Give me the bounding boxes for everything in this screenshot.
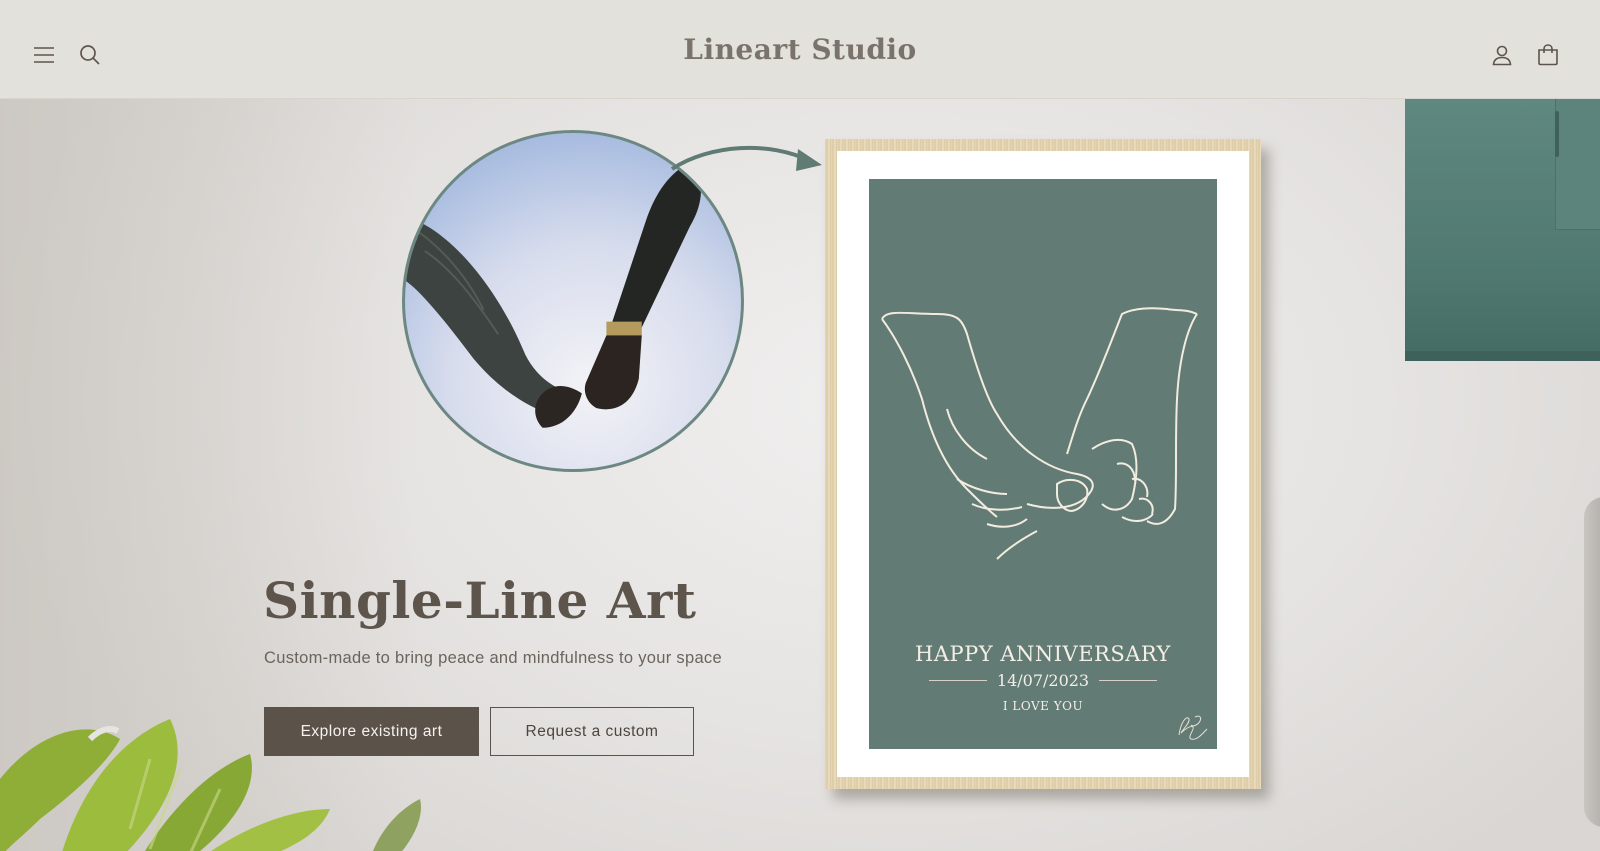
- request-custom-button[interactable]: Request a custom: [490, 707, 694, 756]
- poster-divider-right: [1099, 680, 1157, 681]
- hero-banner: HAPPY ANNIVERSARY 14/07/2023 I LOVE YOU …: [0, 99, 1600, 851]
- kitchen-cabinet-image: [1405, 99, 1600, 351]
- cabinet-shadow: [1405, 351, 1600, 361]
- cabinet-handle-image: [1555, 111, 1559, 157]
- brand-name[interactable]: Lineart Studio: [683, 33, 916, 66]
- hero-subtitle: Custom-made to bring peace and mindfulne…: [264, 649, 722, 667]
- cart-icon: [1538, 44, 1558, 66]
- menu-icon: [34, 47, 54, 63]
- explore-existing-art-button[interactable]: Explore existing art: [264, 707, 479, 756]
- menu-button[interactable]: [26, 37, 62, 73]
- poster-message: I LOVE YOU: [1002, 699, 1084, 713]
- arrow-icon: [670, 145, 822, 171]
- poster-divider-left: [929, 680, 987, 681]
- search-icon: [80, 45, 100, 65]
- cart-button[interactable]: [1530, 37, 1566, 73]
- poster-mat: HAPPY ANNIVERSARY 14/07/2023 I LOVE YOU: [837, 151, 1249, 777]
- search-button[interactable]: [72, 37, 108, 73]
- line-art-hands: [881, 307, 1198, 560]
- site-header: Lineart Studio: [0, 0, 1600, 99]
- account-icon: [1492, 45, 1512, 66]
- poster-title: HAPPY ANNIVERSARY: [915, 642, 1171, 666]
- poster-date: 14/07/2023: [996, 671, 1090, 690]
- poster-artwork: HAPPY ANNIVERSARY 14/07/2023 I LOVE YOU: [869, 179, 1217, 749]
- poster-date-row: 14/07/2023: [929, 671, 1157, 690]
- hero-title: Single-Line Art: [263, 571, 697, 630]
- framed-poster: HAPPY ANNIVERSARY 14/07/2023 I LOVE YOU: [825, 139, 1261, 789]
- brand-logo: Lineart Studio: [0, 0, 1600, 99]
- account-button[interactable]: [1484, 37, 1520, 73]
- kettle-image: [1584, 497, 1600, 827]
- signature-icon: [1178, 715, 1208, 740]
